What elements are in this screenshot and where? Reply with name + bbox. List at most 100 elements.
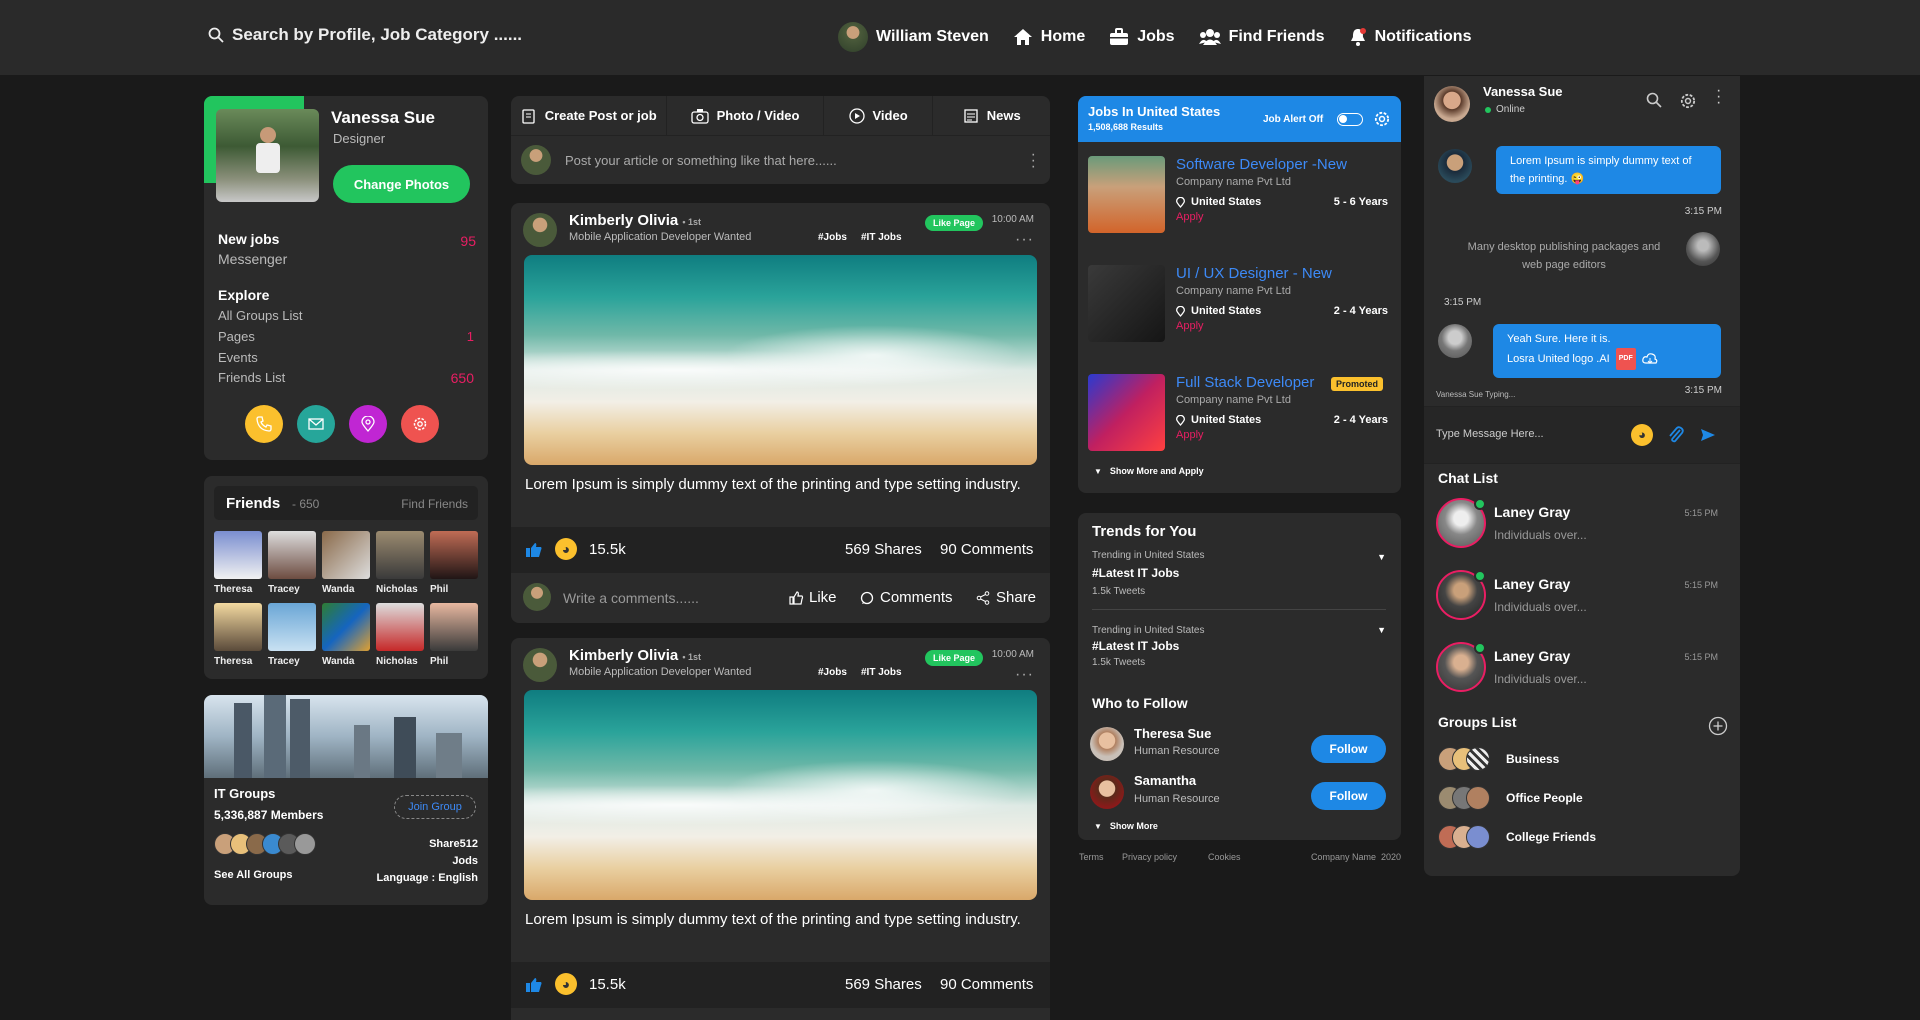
- friend-thumb[interactable]: [322, 603, 370, 651]
- shares-count[interactable]: 569 Shares: [845, 541, 922, 558]
- show-more-apply[interactable]: ▼ Show More and Apply: [1094, 466, 1204, 476]
- message-input[interactable]: Type Message Here...: [1436, 428, 1544, 440]
- cloud-download-icon[interactable]: [1641, 353, 1658, 365]
- show-more-link[interactable]: ▼ Show More: [1094, 821, 1158, 831]
- events-link[interactable]: Events: [218, 350, 258, 365]
- follow-name[interactable]: Samantha: [1134, 773, 1196, 788]
- like-button[interactable]: Like: [789, 589, 837, 606]
- friend-thumb[interactable]: [268, 531, 316, 579]
- tag-it-jobs[interactable]: #IT Jobs: [861, 232, 902, 243]
- emoji-button[interactable]: ◕: [1631, 424, 1653, 446]
- friend-thumb[interactable]: [376, 531, 424, 579]
- privacy-link[interactable]: Privacy policy: [1122, 852, 1177, 862]
- avatar: [1090, 775, 1124, 809]
- search-bar[interactable]: Search by Profile, Job Category ......: [208, 25, 522, 45]
- post-more-icon[interactable]: ···: [1015, 231, 1034, 249]
- paperclip-icon[interactable]: [1667, 425, 1685, 445]
- location-button[interactable]: [349, 405, 387, 443]
- messenger-link[interactable]: Messenger: [218, 251, 287, 267]
- nav-profile[interactable]: William Steven: [838, 22, 989, 52]
- job-item[interactable]: UI / UX Designer - New Company name Pvt …: [1088, 265, 1388, 345]
- trend-item[interactable]: Trending in United States #Latest IT Job…: [1092, 625, 1386, 675]
- post-more-icon[interactable]: ···: [1015, 666, 1034, 684]
- settings-button[interactable]: [401, 405, 439, 443]
- tab-video[interactable]: Video: [824, 96, 934, 135]
- job-title[interactable]: Full Stack Developer: [1176, 374, 1314, 391]
- apply-link[interactable]: Apply: [1176, 211, 1204, 223]
- job-alert-toggle[interactable]: [1337, 113, 1363, 126]
- join-group-button[interactable]: Join Group: [394, 795, 476, 819]
- call-button[interactable]: [245, 405, 283, 443]
- more-icon[interactable]: · · ·: [1031, 147, 1036, 175]
- like-page-button[interactable]: Like Page: [925, 215, 984, 231]
- more-vertical-icon[interactable]: · · ·: [1716, 83, 1721, 111]
- pages-link[interactable]: Pages: [218, 329, 255, 344]
- trend-item[interactable]: Trending in United States #Latest IT Job…: [1092, 550, 1386, 610]
- nav-jobs[interactable]: Jobs: [1109, 28, 1175, 46]
- caret-down-icon[interactable]: ▼: [1377, 552, 1386, 562]
- post-image[interactable]: [524, 255, 1037, 465]
- post-author[interactable]: Kimberly Olivia • 1st: [569, 212, 701, 229]
- share-button[interactable]: Share: [976, 589, 1036, 606]
- cookies-link[interactable]: Cookies: [1208, 852, 1241, 862]
- nav-home[interactable]: Home: [1013, 28, 1085, 46]
- friend-thumb[interactable]: [214, 531, 262, 579]
- job-item[interactable]: Full Stack Developer Promoted Company na…: [1088, 374, 1388, 454]
- search-input[interactable]: Search by Profile, Job Category ......: [232, 25, 522, 45]
- friend-thumb[interactable]: [430, 603, 478, 651]
- send-icon[interactable]: [1700, 428, 1716, 442]
- add-circle-icon[interactable]: [1708, 716, 1728, 736]
- new-jobs-label[interactable]: New jobs: [218, 231, 279, 247]
- like-page-button[interactable]: Like Page: [925, 650, 984, 666]
- tab-news[interactable]: News: [933, 96, 1050, 135]
- nav-find-friends[interactable]: Find Friends: [1198, 28, 1325, 46]
- gear-icon[interactable]: [1679, 92, 1697, 110]
- job-company: Company name Pvt Ltd: [1176, 394, 1291, 406]
- tag-it-jobs[interactable]: #IT Jobs: [861, 667, 902, 678]
- group-item[interactable]: Office People: [1438, 786, 1728, 812]
- post-author[interactable]: Kimberly Olivia • 1st: [569, 647, 701, 664]
- chat-list-item[interactable]: Laney Gray Individuals over... 5:15 PM: [1424, 496, 1740, 556]
- follow-name[interactable]: Theresa Sue: [1134, 726, 1211, 741]
- post-image[interactable]: [524, 690, 1037, 900]
- apply-link[interactable]: Apply: [1176, 320, 1204, 332]
- tab-photo-video[interactable]: Photo / Video: [667, 96, 824, 135]
- composer-input[interactable]: Post your article or something like that…: [565, 153, 837, 168]
- group-item[interactable]: Business: [1438, 747, 1728, 773]
- friend-thumb[interactable]: [268, 603, 316, 651]
- nav-notifications[interactable]: Notifications: [1349, 27, 1471, 47]
- comments-count[interactable]: 90 Comments: [940, 976, 1033, 993]
- apply-link[interactable]: Apply: [1176, 429, 1204, 441]
- friend-thumb[interactable]: [322, 531, 370, 579]
- friend-thumb[interactable]: [430, 531, 478, 579]
- all-groups-link[interactable]: All Groups List: [218, 308, 303, 323]
- friend-thumb[interactable]: [376, 603, 424, 651]
- caret-down-icon[interactable]: ▼: [1377, 625, 1386, 635]
- change-photos-button[interactable]: Change Photos: [333, 165, 470, 203]
- follow-button[interactable]: Follow: [1311, 782, 1386, 810]
- search-icon[interactable]: [1646, 92, 1662, 108]
- shares-count[interactable]: 569 Shares: [845, 976, 922, 993]
- groups-language: Language : English: [376, 872, 478, 884]
- job-title[interactable]: Software Developer -New: [1176, 156, 1347, 173]
- mail-button[interactable]: [297, 405, 335, 443]
- tag-jobs[interactable]: #Jobs: [818, 232, 847, 243]
- find-friends-link[interactable]: Find Friends: [401, 497, 468, 511]
- tab-create-post[interactable]: Create Post or job: [511, 96, 668, 135]
- see-all-groups-link[interactable]: See All Groups: [214, 869, 292, 881]
- group-item[interactable]: College Friends: [1438, 825, 1728, 851]
- gear-icon[interactable]: [1373, 110, 1391, 128]
- tag-jobs[interactable]: #Jobs: [818, 667, 847, 678]
- chat-list-item[interactable]: Laney Gray Individuals over... 5:15 PM: [1424, 640, 1740, 700]
- job-item[interactable]: Software Developer -New Company name Pvt…: [1088, 156, 1388, 236]
- follow-button[interactable]: Follow: [1311, 735, 1386, 763]
- comments-count[interactable]: 90 Comments: [940, 541, 1033, 558]
- comment-input[interactable]: Write a comments......: [563, 590, 699, 606]
- chat-list-item[interactable]: Laney Gray Individuals over... 5:15 PM: [1424, 568, 1740, 628]
- comments-button[interactable]: Comments: [860, 589, 953, 606]
- friends-list-link[interactable]: Friends List: [218, 370, 285, 385]
- friend-thumb[interactable]: [214, 603, 262, 651]
- terms-link[interactable]: Terms: [1079, 852, 1104, 862]
- job-title[interactable]: UI / UX Designer - New: [1176, 265, 1332, 282]
- attachment-row[interactable]: Losra United logo .AI PDF: [1507, 348, 1707, 370]
